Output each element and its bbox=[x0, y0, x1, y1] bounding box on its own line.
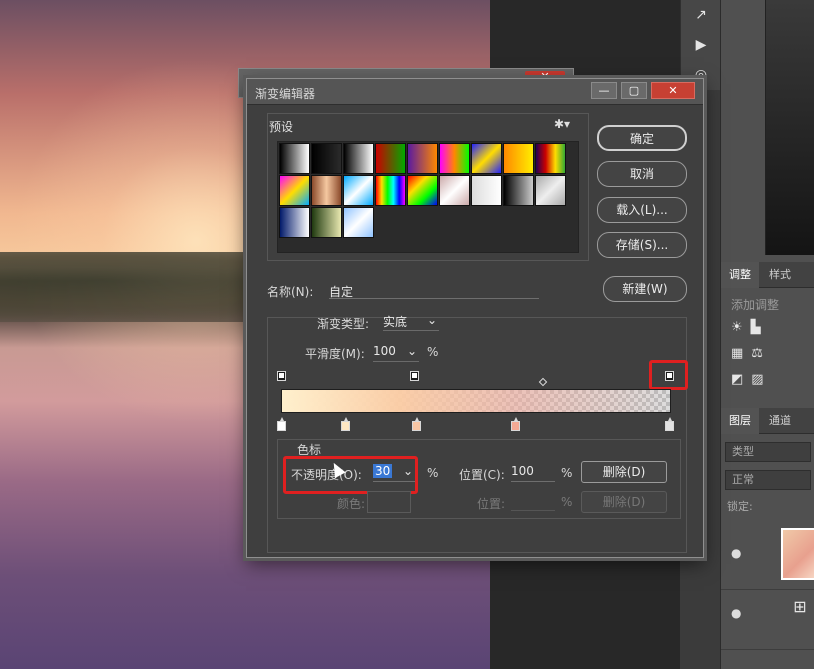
preset-swatch[interactable] bbox=[439, 175, 470, 206]
preset-swatch[interactable] bbox=[375, 143, 406, 174]
play-icon[interactable]: ▶ bbox=[681, 30, 721, 60]
tab-adjustments[interactable]: 调整 bbox=[721, 262, 759, 288]
color-location-input bbox=[511, 493, 555, 511]
color-location-label: 位置: bbox=[477, 497, 506, 511]
color-swatch bbox=[367, 491, 411, 513]
gradient-type-select[interactable]: 实底 ⌄ bbox=[383, 313, 439, 331]
gradient-editor-dialog: 渐变编辑器 — ▢ ✕ 预设 ✱▾ 确定 取消 载入(L)... 存储(S)..… bbox=[246, 78, 704, 558]
preset-swatch[interactable] bbox=[407, 175, 438, 206]
preset-swatch[interactable] bbox=[311, 175, 342, 206]
color-location-unit: % bbox=[561, 495, 573, 509]
new-button[interactable]: 新建(W) bbox=[603, 276, 687, 302]
minimize-button[interactable]: — bbox=[591, 82, 617, 99]
preset-swatch[interactable] bbox=[311, 143, 342, 174]
location-input[interactable]: 100 bbox=[511, 464, 555, 482]
gradient-map-icon[interactable]: ▨ bbox=[751, 372, 763, 387]
opacity-stop[interactable] bbox=[410, 371, 419, 381]
load-button[interactable]: 载入(L)... bbox=[597, 197, 687, 223]
preset-swatch[interactable] bbox=[343, 175, 374, 206]
preset-swatch[interactable] bbox=[503, 143, 534, 174]
preset-swatch[interactable] bbox=[375, 175, 406, 206]
tool-strip: ↗ ▶ ◎ bbox=[680, 0, 720, 90]
layer-filter-input[interactable]: 类型 bbox=[725, 442, 811, 462]
adjustment-row-2: ▦ ⚖ bbox=[731, 346, 814, 361]
color-stop[interactable] bbox=[665, 417, 674, 431]
smoothness-unit: % bbox=[427, 345, 439, 359]
preset-swatch[interactable] bbox=[471, 175, 502, 206]
dialog-title: 渐变编辑器 bbox=[255, 87, 316, 101]
location-label: 位置(C): bbox=[459, 468, 505, 482]
color-stop[interactable] bbox=[341, 417, 350, 431]
color-stop[interactable] bbox=[511, 417, 520, 431]
preset-swatch[interactable] bbox=[311, 207, 342, 238]
preset-swatch[interactable] bbox=[535, 143, 566, 174]
smoothness-input[interactable]: 100 ⌄ bbox=[373, 344, 419, 362]
gradient-type-label: 渐变类型: bbox=[317, 317, 370, 331]
brightness-icon[interactable]: ☀ bbox=[731, 320, 743, 335]
blend-mode-select[interactable]: 正常 bbox=[725, 470, 811, 490]
preset-swatch[interactable] bbox=[343, 207, 374, 238]
preset-swatch[interactable] bbox=[407, 143, 438, 174]
tab-layers[interactable]: 图层 bbox=[721, 408, 759, 434]
close-button[interactable]: ✕ bbox=[651, 82, 695, 99]
preset-swatch[interactable] bbox=[439, 143, 470, 174]
ok-button[interactable]: 确定 bbox=[597, 125, 687, 151]
color-label: 颜色: bbox=[337, 497, 366, 511]
opacity-unit: % bbox=[427, 466, 439, 480]
preset-swatch[interactable] bbox=[535, 175, 566, 206]
layer-row[interactable]: ● ⊞ bbox=[721, 580, 814, 650]
color-delete-button: 删除(D) bbox=[581, 491, 667, 513]
tab-styles[interactable]: 样式 bbox=[761, 262, 799, 288]
adjustment-row-1: ☀ ▙ bbox=[731, 320, 814, 335]
preset-swatch[interactable] bbox=[471, 143, 502, 174]
layers-tabs: 图层 通道 bbox=[721, 408, 814, 434]
opacity-stop[interactable] bbox=[277, 371, 286, 381]
eye-icon[interactable]: ● bbox=[731, 546, 741, 560]
maximize-button[interactable]: ▢ bbox=[621, 82, 647, 99]
presets-label: 预设 bbox=[269, 120, 294, 134]
name-field[interactable]: 自定 bbox=[329, 283, 539, 299]
lock-label: 锁定: bbox=[727, 500, 753, 513]
highlight-box bbox=[283, 456, 418, 494]
balance-icon[interactable]: ⚖ bbox=[751, 346, 763, 361]
gear-icon[interactable]: ✱▾ bbox=[554, 117, 570, 131]
preset-swatch[interactable] bbox=[343, 143, 374, 174]
preset-swatch[interactable] bbox=[279, 207, 310, 238]
cancel-button[interactable]: 取消 bbox=[597, 161, 687, 187]
color-picker-field[interactable] bbox=[765, 0, 814, 255]
preset-swatch[interactable] bbox=[279, 143, 310, 174]
title-bar[interactable]: 渐变编辑器 — ▢ ✕ bbox=[247, 79, 703, 105]
eye-icon[interactable]: ● bbox=[731, 606, 741, 620]
chevron-down-icon: ⌄ bbox=[426, 313, 437, 327]
levels-icon[interactable]: ▙ bbox=[751, 320, 761, 335]
gradient-type-value: 实底 bbox=[383, 315, 408, 329]
arrow-tool-icon[interactable]: ↗ bbox=[681, 0, 721, 30]
tab-channels[interactable]: 通道 bbox=[761, 408, 799, 434]
name-label: 名称(N): bbox=[267, 285, 314, 299]
delete-button[interactable]: 删除(D) bbox=[581, 461, 667, 483]
highlight-box bbox=[649, 360, 688, 390]
gradient-preview-bar[interactable] bbox=[281, 389, 671, 413]
chevron-down-icon: ⌄ bbox=[406, 344, 417, 358]
adjustments-tabs: 调整 样式 bbox=[721, 262, 814, 288]
preset-swatch[interactable] bbox=[503, 175, 534, 206]
preset-swatches bbox=[277, 141, 579, 253]
adjustment-row-3: ◩ ▨ bbox=[731, 372, 814, 387]
smoothness-value: 100 bbox=[373, 344, 396, 358]
color-stop[interactable] bbox=[412, 417, 421, 431]
save-button[interactable]: 存储(S)... bbox=[597, 232, 687, 258]
smoothness-label: 平滑度(M): bbox=[305, 347, 365, 361]
photo-filter-icon[interactable]: ◩ bbox=[731, 372, 743, 387]
location-unit: % bbox=[561, 466, 573, 480]
preset-swatch[interactable] bbox=[279, 175, 310, 206]
layer-thumbnail bbox=[781, 528, 814, 580]
grid-icon: ⊞ bbox=[793, 597, 807, 616]
color-stop[interactable] bbox=[277, 417, 286, 431]
add-adjustment-label: 添加调整 bbox=[731, 298, 780, 312]
color-balance-icon[interactable]: ▦ bbox=[731, 346, 743, 361]
